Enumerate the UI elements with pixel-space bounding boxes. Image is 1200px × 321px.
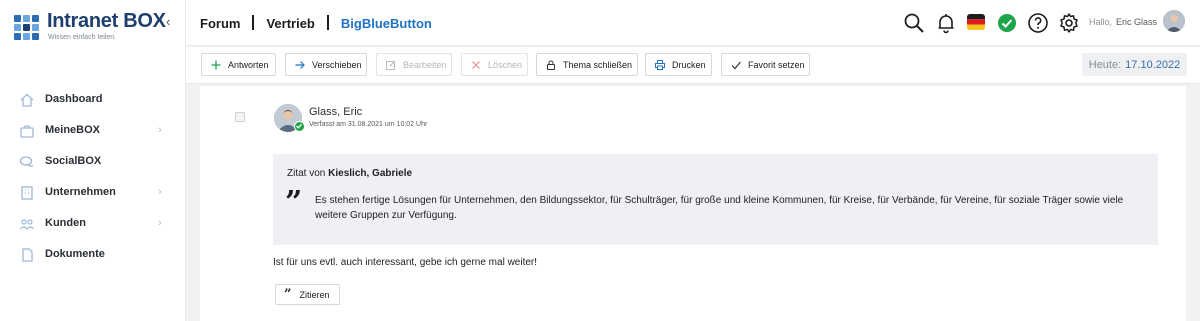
- quote-author[interactable]: Kieslich, Gabriele: [328, 168, 412, 179]
- sidebar-item-meinebox[interactable]: MeineBOX ›: [0, 117, 186, 148]
- sidebar-item-label: MeineBOX: [45, 124, 101, 136]
- delete-button[interactable]: Löschen: [461, 53, 528, 76]
- breadcrumb-vertrieb[interactable]: Vertrieb: [266, 16, 314, 31]
- quote-mark-icon: ”: [285, 185, 303, 220]
- checkmark-icon: [731, 61, 741, 69]
- top-bar: Forum Vertrieb BigBlueButton Hallo, Eric…: [186, 0, 1200, 46]
- favorite-button-label: Favorit setzen: [748, 59, 805, 70]
- logo-grid-icon: [14, 15, 39, 40]
- cite-button-label: Zitieren: [299, 289, 330, 300]
- sidebar-nav: Dashboard MeineBOX › SocialBOX Unternehm…: [0, 86, 186, 272]
- printer-icon: [655, 59, 665, 70]
- arrow-right-icon: [295, 60, 305, 69]
- lock-icon: [547, 60, 555, 70]
- post-body: Ist für uns evtl. auch interessant, gebe…: [273, 257, 538, 268]
- edit-button-label: Bearbeiten: [403, 59, 447, 70]
- quote-icon: ”: [284, 287, 292, 302]
- quote-text: Es stehen fertige Lösungen für Unternehm…: [315, 195, 1124, 221]
- breadcrumb-separator: [326, 15, 329, 30]
- online-status-icon: [294, 121, 305, 132]
- logo-title: Intranet BOX: [47, 10, 166, 32]
- post-select-checkbox[interactable]: [235, 112, 245, 122]
- gear-icon[interactable]: [1058, 12, 1080, 34]
- avatar[interactable]: [1163, 10, 1185, 32]
- cite-button[interactable]: ” Zitieren: [275, 284, 340, 305]
- quote-prefix: Zitat von: [287, 168, 326, 179]
- sidebar-item-label: Kunden: [45, 217, 86, 229]
- app-logo[interactable]: Intranet BOX Wissen einfach teilen.: [13, 10, 166, 45]
- status-check-icon[interactable]: [996, 12, 1018, 34]
- breadcrumb-separator: [252, 15, 255, 30]
- today-date: 17.10.2022: [1125, 58, 1181, 71]
- post-timestamp: Verfasst am 31.08.2021 um 10:02 Uhr: [309, 121, 428, 128]
- chat-icon: [19, 156, 34, 167]
- sidebar-item-kunden[interactable]: Kunden ›: [0, 210, 186, 241]
- users-icon: [20, 219, 34, 230]
- chevron-right-icon: ›: [158, 186, 162, 198]
- greeting-text: Hallo,: [1089, 17, 1113, 27]
- reply-button-label: Antworten: [228, 59, 269, 70]
- sidebar-item-label: SocialBOX: [45, 155, 102, 167]
- delete-button-label: Löschen: [488, 59, 523, 70]
- post-author[interactable]: Glass, Eric: [309, 106, 362, 118]
- user-name: Eric Glass: [1116, 17, 1158, 27]
- user-avatar-icon: [1163, 10, 1185, 32]
- edit-button[interactable]: Bearbeiten: [376, 53, 452, 76]
- plus-icon: [211, 60, 221, 69]
- sidebar-item-label: Dashboard: [45, 93, 103, 105]
- close-topic-button[interactable]: Thema schließen: [536, 53, 638, 76]
- move-button-label: Verschieben: [312, 59, 362, 70]
- close-icon: [472, 60, 480, 69]
- briefcase-icon: [20, 125, 34, 138]
- german-flag-icon[interactable]: [966, 13, 986, 31]
- check-icon: [296, 123, 302, 129]
- action-toolbar: Antworten Verschieben Bearbeiten Löschen…: [186, 47, 1200, 84]
- search-icon[interactable]: [903, 12, 925, 34]
- user-greeting[interactable]: Hallo, Eric Glass: [1089, 17, 1157, 27]
- breadcrumb-forum[interactable]: Forum: [200, 16, 240, 31]
- forum-post: Glass, Eric Verfasst am 31.08.2021 um 10…: [200, 86, 1186, 321]
- chevron-right-icon: ›: [158, 124, 162, 136]
- breadcrumb-bigbluebutton[interactable]: BigBlueButton: [341, 16, 432, 31]
- sidebar-item-unternehmen[interactable]: Unternehmen ›: [0, 179, 186, 210]
- document-icon: [22, 248, 33, 262]
- chevron-right-icon: ›: [158, 217, 162, 229]
- quote-block: Zitat von Kieslich, Gabriele ” Es stehen…: [273, 154, 1158, 245]
- print-button[interactable]: Drucken: [645, 53, 712, 76]
- move-button[interactable]: Verschieben: [285, 53, 367, 76]
- favorite-button[interactable]: Favorit setzen: [721, 53, 810, 76]
- building-icon: [21, 186, 33, 200]
- sidebar-item-dashboard[interactable]: Dashboard: [0, 86, 186, 117]
- quote-header: Zitat von Kieslich, Gabriele: [287, 168, 412, 179]
- today-date-badge: Heute: 17.10.2022: [1082, 53, 1187, 76]
- sidebar-item-socialbox[interactable]: SocialBOX: [0, 148, 186, 179]
- sidebar-item-label: Unternehmen: [45, 186, 116, 198]
- sidebar: Intranet BOX Wissen einfach teilen. ‹ Da…: [0, 0, 186, 321]
- sidebar-item-dokumente[interactable]: Dokumente: [0, 241, 186, 272]
- bell-icon[interactable]: [935, 12, 957, 34]
- edit-icon: [386, 60, 396, 70]
- close-topic-button-label: Thema schließen: [563, 59, 633, 70]
- logo-subtitle: Wissen einfach teilen.: [48, 34, 117, 41]
- sidebar-item-label: Dokumente: [45, 248, 105, 260]
- collapse-sidebar-icon[interactable]: ‹: [166, 14, 178, 29]
- today-label: Heute:: [1088, 58, 1122, 71]
- reply-button[interactable]: Antworten: [201, 53, 276, 76]
- breadcrumb: Forum Vertrieb BigBlueButton: [200, 15, 432, 31]
- help-icon[interactable]: [1027, 12, 1049, 34]
- home-icon: [20, 93, 34, 107]
- print-button-label: Drucken: [672, 59, 706, 70]
